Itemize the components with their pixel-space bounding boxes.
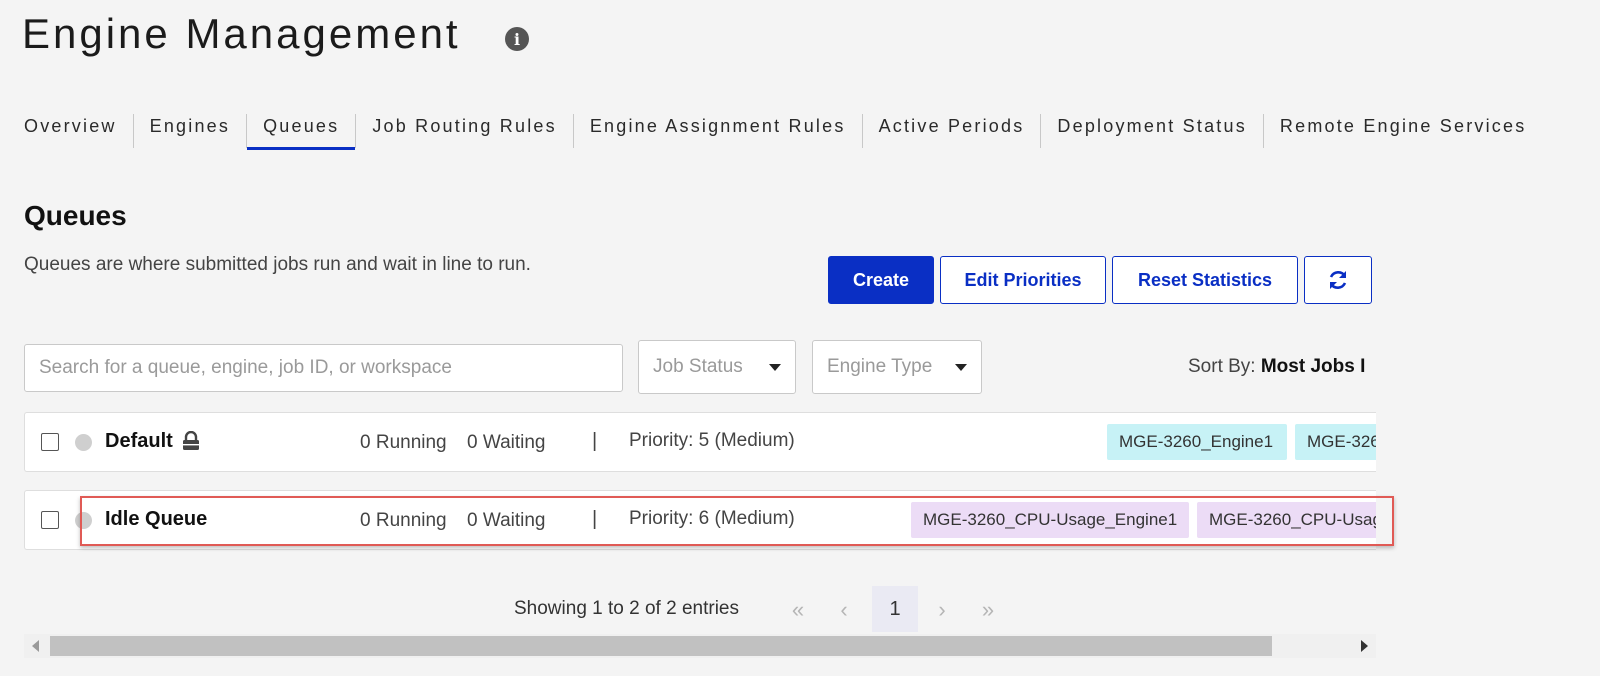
tab-deployment-status[interactable]: Deployment Status bbox=[1057, 110, 1246, 150]
engine-chip[interactable]: MGE-3260_Engine1 bbox=[1107, 424, 1287, 460]
engine-chip[interactable]: MGE-3260_CPU-Usage_Engine1 bbox=[911, 502, 1189, 538]
section-description: Queues are where submitted jobs run and … bbox=[24, 254, 531, 275]
lock-icon bbox=[183, 431, 199, 450]
search-input[interactable] bbox=[24, 344, 623, 392]
job-status-label: Job Status bbox=[653, 356, 743, 377]
queue-priority: Priority: 5 (Medium) bbox=[629, 430, 795, 451]
tab-divider bbox=[1262, 114, 1264, 148]
status-dot-icon bbox=[75, 434, 92, 451]
running-count: 0 Running bbox=[360, 432, 447, 453]
scrollbar-thumb[interactable] bbox=[50, 636, 1272, 656]
chevron-down-icon bbox=[955, 363, 967, 371]
row-checkbox[interactable] bbox=[41, 511, 59, 529]
tab-divider bbox=[246, 114, 248, 148]
row-divider: | bbox=[592, 430, 598, 452]
sort-by-value: Most Jobs I bbox=[1260, 356, 1366, 377]
refresh-icon bbox=[1329, 271, 1347, 289]
engine-type-label: Engine Type bbox=[827, 356, 933, 377]
section-title: Queues bbox=[24, 200, 127, 231]
tab-overview[interactable]: Overview bbox=[24, 110, 117, 150]
table-row[interactable]: Idle Queue 0 Running 0 Waiting | Priorit… bbox=[24, 490, 1376, 550]
refresh-button[interactable] bbox=[1304, 256, 1372, 304]
first-page-icon[interactable]: « bbox=[783, 589, 813, 631]
status-dot-icon bbox=[75, 512, 92, 529]
create-button[interactable]: Create bbox=[828, 256, 934, 304]
tab-divider bbox=[572, 114, 574, 148]
tab-divider bbox=[132, 114, 134, 148]
tab-engine-assignment-rules[interactable]: Engine Assignment Rules bbox=[590, 110, 846, 150]
info-icon[interactable]: i bbox=[505, 27, 529, 51]
next-page-icon[interactable]: › bbox=[930, 589, 954, 631]
scroll-right-icon[interactable] bbox=[1361, 640, 1368, 652]
tab-bar: Overview Engines Queues Job Routing Rule… bbox=[24, 110, 1526, 150]
row-divider: | bbox=[592, 508, 598, 530]
page-title: Engine Management bbox=[22, 10, 461, 57]
job-status-dropdown[interactable]: Job Status bbox=[638, 340, 796, 394]
waiting-count: 0 Waiting bbox=[467, 510, 546, 531]
engine-chip[interactable]: MGE-326 bbox=[1295, 424, 1376, 460]
horizontal-scrollbar[interactable] bbox=[24, 634, 1376, 658]
sort-by-label: Sort By: bbox=[1188, 356, 1256, 377]
tab-engines[interactable]: Engines bbox=[150, 110, 230, 150]
running-count: 0 Running bbox=[360, 510, 447, 531]
last-page-icon[interactable]: » bbox=[973, 589, 1003, 631]
page-number-current[interactable]: 1 bbox=[872, 586, 918, 632]
row-checkbox[interactable] bbox=[41, 433, 59, 451]
chevron-down-icon bbox=[769, 363, 781, 371]
tab-divider bbox=[861, 114, 863, 148]
scroll-left-icon[interactable] bbox=[32, 640, 39, 652]
sort-by-control[interactable]: Sort By: Most Jobs I bbox=[1188, 356, 1376, 378]
tab-divider bbox=[1040, 114, 1042, 148]
queue-name[interactable]: Default bbox=[105, 430, 173, 453]
previous-page-icon[interactable]: ‹ bbox=[832, 589, 856, 631]
tab-queues[interactable]: Queues bbox=[247, 110, 356, 150]
queue-name[interactable]: Idle Queue bbox=[105, 508, 207, 531]
tab-divider bbox=[355, 114, 357, 148]
tab-remote-engine-services[interactable]: Remote Engine Services bbox=[1280, 110, 1527, 150]
queue-priority: Priority: 6 (Medium) bbox=[629, 508, 795, 529]
engine-type-dropdown[interactable]: Engine Type bbox=[812, 340, 982, 394]
waiting-count: 0 Waiting bbox=[467, 432, 546, 453]
tab-job-routing-rules[interactable]: Job Routing Rules bbox=[372, 110, 557, 150]
tab-active-periods[interactable]: Active Periods bbox=[879, 110, 1025, 150]
edit-priorities-button[interactable]: Edit Priorities bbox=[940, 256, 1106, 304]
reset-statistics-button[interactable]: Reset Statistics bbox=[1112, 256, 1298, 304]
table-row[interactable]: Default 0 Running 0 Waiting | Priority: … bbox=[24, 412, 1376, 472]
pagination-summary: Showing 1 to 2 of 2 entries bbox=[514, 598, 739, 619]
engine-chip[interactable]: MGE-3260_CPU-Usag bbox=[1197, 502, 1376, 538]
